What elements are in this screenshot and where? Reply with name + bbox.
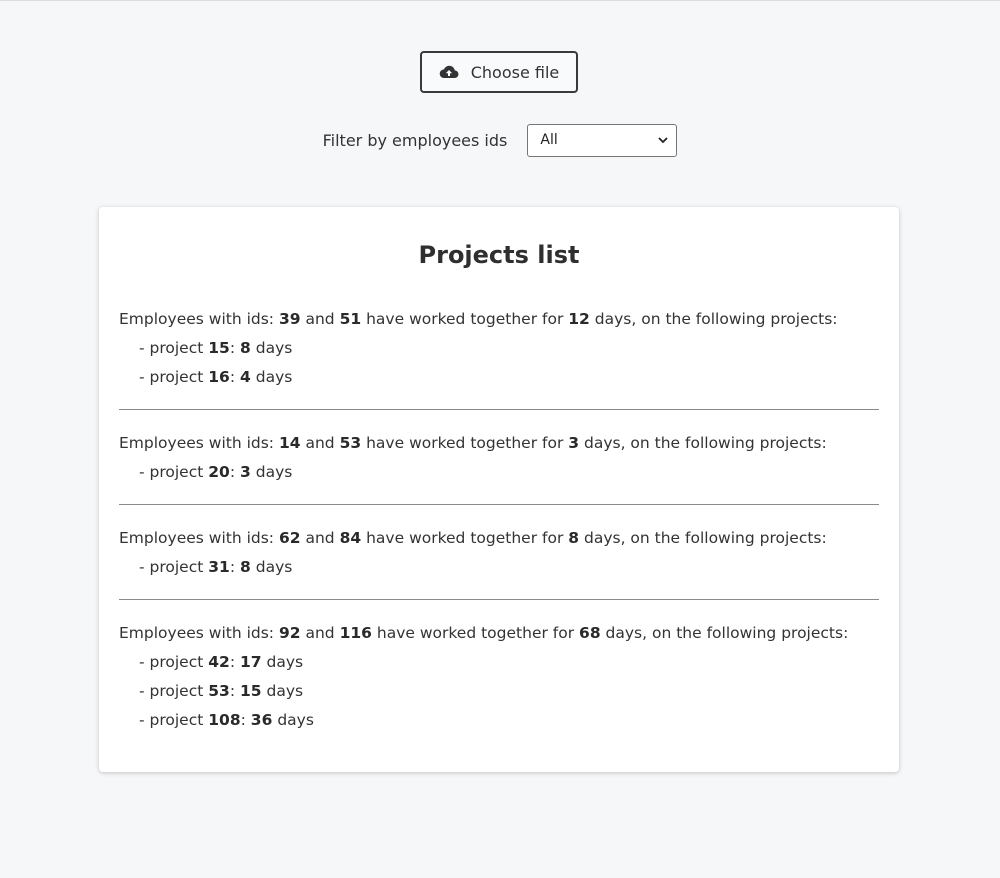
employee-id: 53 [339, 434, 362, 452]
projects-card: Projects list Employees with ids: 39 and… [99, 207, 899, 772]
choose-file-label: Choose file [470, 62, 560, 82]
total-days: 8 [568, 529, 580, 547]
employee-id: 116 [339, 624, 372, 642]
project-id: 20 [208, 463, 230, 481]
pair-summary: Employees with ids: 92 and 116 have work… [119, 624, 849, 642]
filter-row: Filter by employees ids All [0, 123, 1000, 157]
choose-file-button[interactable]: Choose file [420, 51, 578, 93]
project-id: 53 [208, 682, 230, 700]
project-days: 4 [240, 368, 251, 386]
employee-pair-item: Employees with ids: 62 and 84 have worke… [119, 505, 879, 600]
project-days: 8 [240, 339, 251, 357]
project-line: - project 16: 4 days [139, 368, 293, 386]
total-days: 3 [568, 434, 580, 452]
project-line: - project 42: 17 days [139, 653, 304, 671]
project-days: 17 [240, 653, 262, 671]
project-id: 15 [208, 339, 230, 357]
employee-id: 62 [278, 529, 301, 547]
project-line: - project 108: 36 days [139, 711, 314, 729]
project-line: - project 31: 8 days [139, 558, 293, 576]
project-line: - project 20: 3 days [139, 463, 293, 481]
total-days: 68 [579, 624, 601, 642]
project-id: 16 [208, 368, 230, 386]
employee-pair-item: Employees with ids: 39 and 51 have worke… [119, 271, 879, 410]
project-days: 15 [240, 682, 262, 700]
employee-pair-item: Employees with ids: 14 and 53 have worke… [119, 410, 879, 505]
filter-selected-value: All [540, 132, 558, 148]
project-id: 108 [208, 711, 241, 729]
project-id: 42 [208, 653, 230, 671]
project-line: - project 53: 15 days [139, 682, 304, 700]
chevron-down-icon [658, 132, 669, 148]
pair-summary: Employees with ids: 14 and 53 have worke… [119, 434, 827, 452]
employee-id: 14 [278, 434, 301, 452]
cloud-upload-icon [439, 64, 459, 80]
employee-filter-select[interactable]: All [527, 123, 678, 157]
project-days: 36 [250, 711, 273, 729]
card-title: Projects list [418, 241, 580, 269]
total-days: 12 [568, 310, 590, 328]
employee-id: 92 [278, 624, 301, 642]
filter-label: Filter by employees ids [322, 130, 508, 150]
project-id: 31 [208, 558, 230, 576]
project-days: 3 [240, 463, 251, 481]
employee-id: 84 [339, 529, 362, 547]
employee-id: 51 [339, 310, 362, 328]
pair-summary: Employees with ids: 62 and 84 have worke… [119, 529, 827, 547]
pair-summary: Employees with ids: 39 and 51 have worke… [119, 310, 838, 328]
project-days: 8 [240, 558, 251, 576]
employee-id: 39 [278, 310, 301, 328]
employee-pair-item: Employees with ids: 92 and 116 have work… [119, 600, 879, 752]
project-line: - project 15: 8 days [139, 339, 293, 357]
